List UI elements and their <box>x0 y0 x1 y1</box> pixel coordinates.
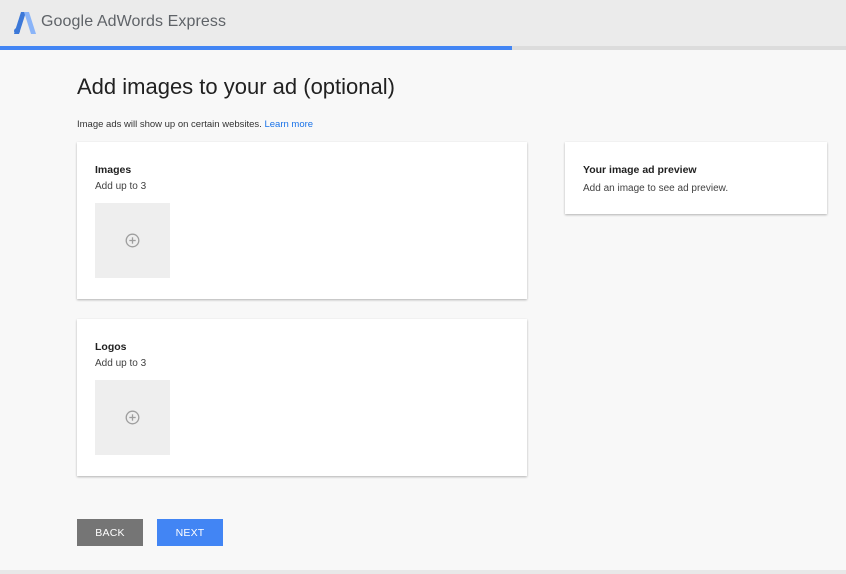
add-logo-button[interactable] <box>95 380 170 455</box>
main-content: Add images to your ad (optional) Image a… <box>0 50 846 570</box>
next-button[interactable]: NEXT <box>157 519 223 546</box>
back-button[interactable]: BACK <box>77 519 143 546</box>
app-logo-text: Google AdWords Express <box>41 13 227 30</box>
ad-preview-text: Add an image to see ad preview. <box>583 183 729 194</box>
adwords-logo-icon <box>14 12 36 34</box>
subtitle-text: Image ads will show up on certain websit… <box>77 119 262 130</box>
bottom-divider <box>0 570 846 574</box>
page-title: Add images to your ad (optional) <box>77 74 395 99</box>
logos-card: Logos Add up to 3 <box>77 319 527 476</box>
page-subtitle: Image ads will show up on certain websit… <box>77 119 313 130</box>
images-card-limit: Add up to 3 <box>95 181 147 192</box>
learn-more-link[interactable]: Learn more <box>264 119 313 130</box>
ad-preview-card: Your image ad preview Add an image to se… <box>565 142 827 214</box>
add-circle-icon <box>125 233 140 248</box>
logos-card-title: Logos <box>95 341 127 353</box>
add-circle-icon <box>125 410 140 425</box>
app-header: Google AdWords Express <box>0 0 846 46</box>
ad-preview-title: Your image ad preview <box>583 164 697 176</box>
logos-card-limit: Add up to 3 <box>95 358 147 369</box>
images-card: Images Add up to 3 <box>77 142 527 299</box>
images-card-title: Images <box>95 164 132 176</box>
add-image-button[interactable] <box>95 203 170 278</box>
